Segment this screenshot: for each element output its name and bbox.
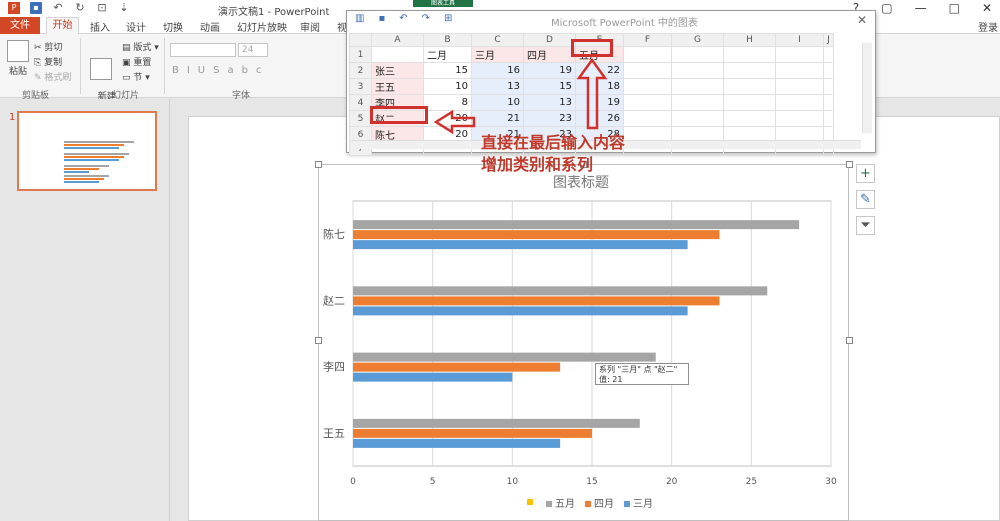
annotation-line-1: 直接在最后输入内容 bbox=[481, 133, 626, 152]
annotation-line-2: 增加类别和系列 bbox=[481, 155, 594, 174]
left-arrow-icon bbox=[433, 109, 476, 135]
annotation-arrows bbox=[433, 57, 608, 135]
up-arrow-icon bbox=[576, 57, 608, 130]
